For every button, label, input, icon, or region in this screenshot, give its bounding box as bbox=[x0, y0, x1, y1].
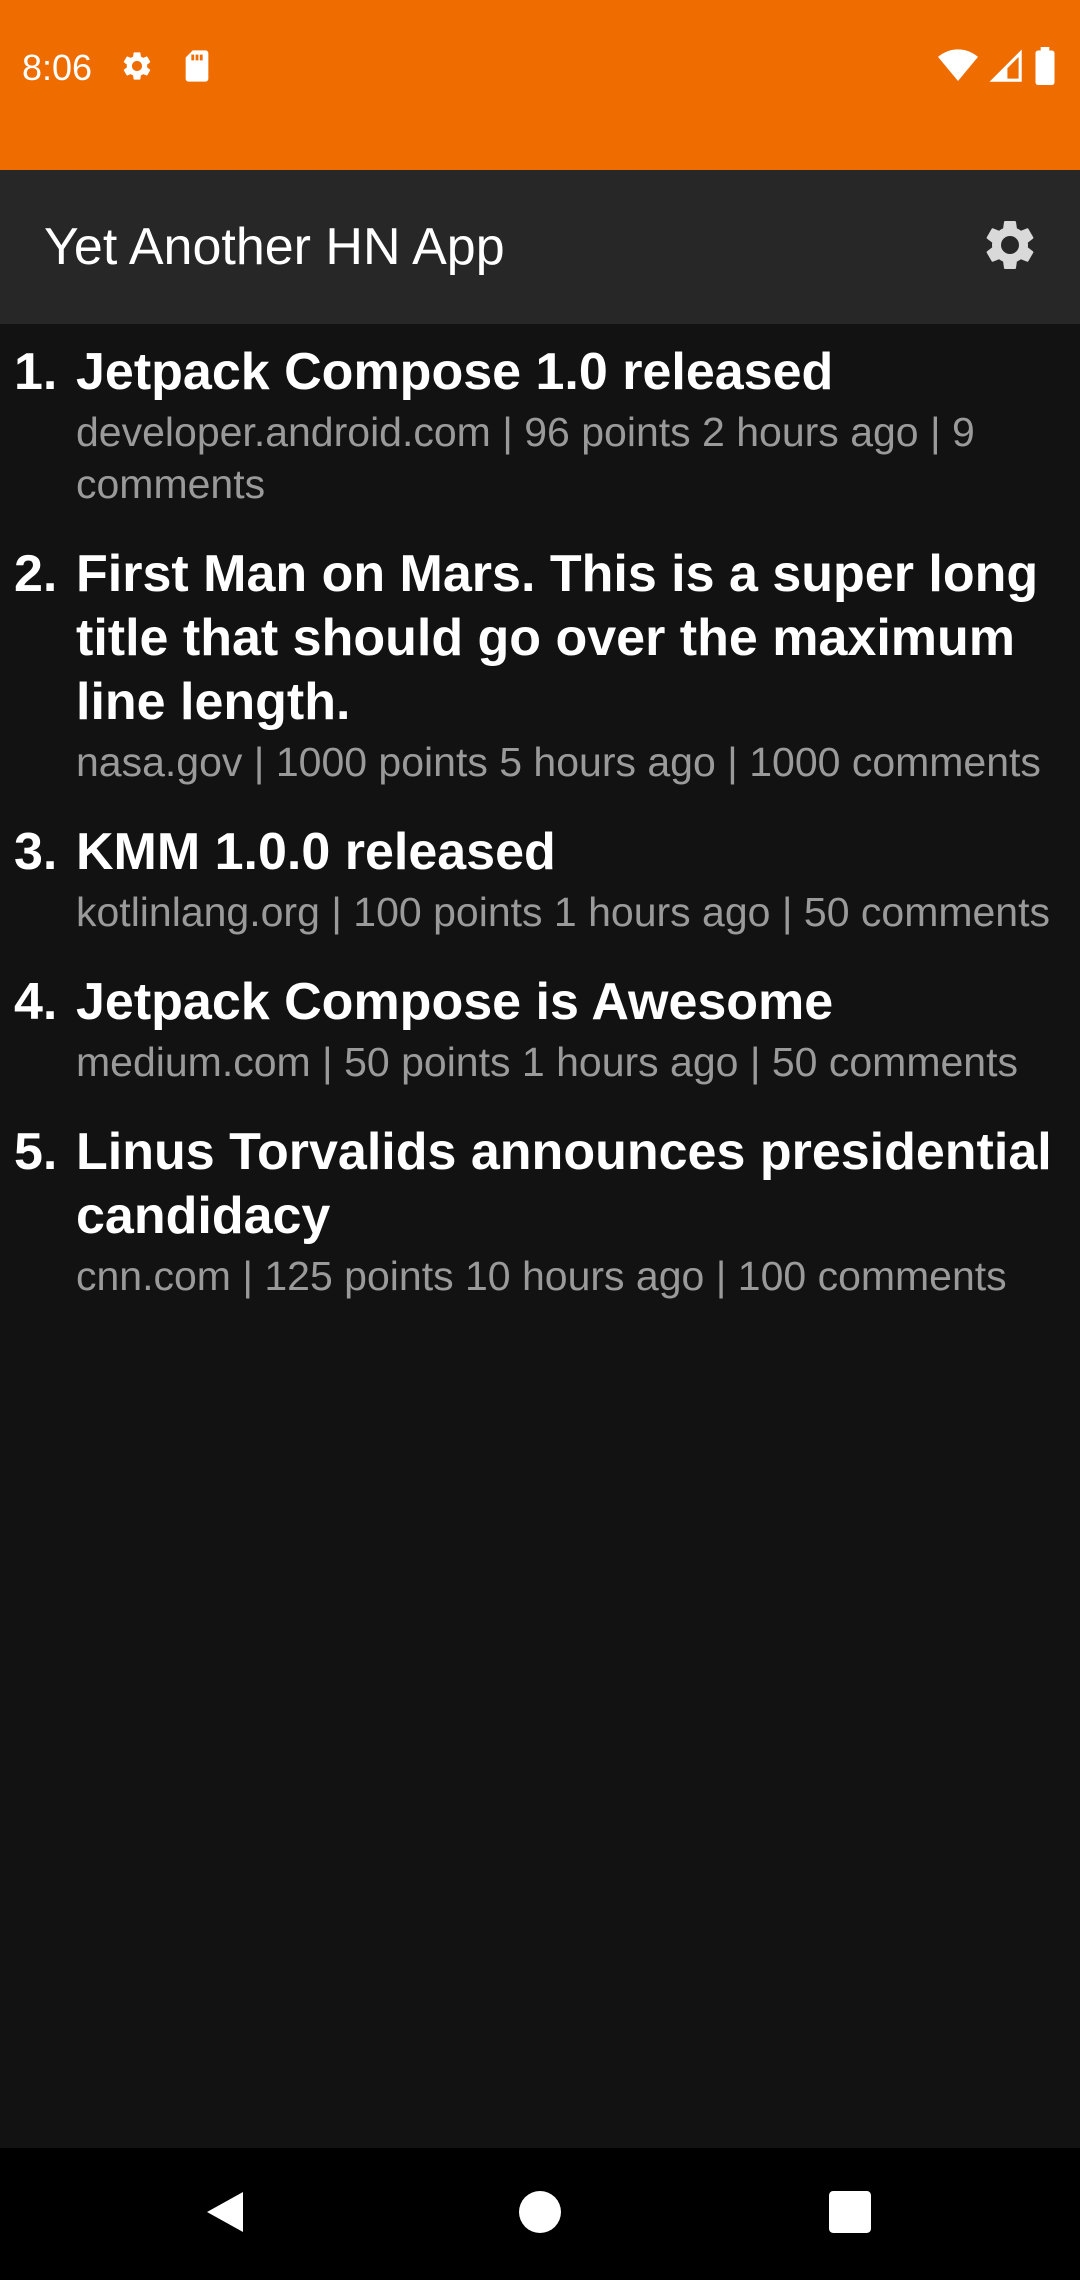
recents-button[interactable] bbox=[810, 2174, 890, 2254]
recents-icon bbox=[829, 2190, 871, 2238]
gear-icon bbox=[120, 49, 154, 88]
list-item[interactable]: 3. KMM 1.0.0 released kotlinlang.org | 1… bbox=[0, 820, 1080, 938]
story-meta: medium.com | 50 points 1 hours ago | 50 … bbox=[76, 1039, 1018, 1085]
story-meta: cnn.com | 125 points 10 hours ago | 100 … bbox=[76, 1253, 1007, 1299]
home-button[interactable] bbox=[500, 2174, 580, 2254]
navigation-bar bbox=[0, 2148, 1080, 2280]
back-icon bbox=[203, 2188, 247, 2241]
story-title[interactable]: Jetpack Compose is Awesome bbox=[76, 970, 1060, 1034]
story-body: KMM 1.0.0 released kotlinlang.org | 100 … bbox=[76, 820, 1060, 938]
settings-button[interactable] bbox=[970, 207, 1050, 287]
list-item[interactable]: 4. Jetpack Compose is Awesome medium.com… bbox=[0, 970, 1080, 1088]
story-meta: developer.android.com | 96 points 2 hour… bbox=[76, 409, 975, 507]
status-bar: 8:06 bbox=[0, 0, 1080, 170]
story-body: First Man on Mars. This is a super long … bbox=[76, 542, 1060, 788]
gear-icon bbox=[980, 215, 1040, 280]
story-body: Linus Torvalids announces presidential c… bbox=[76, 1120, 1060, 1302]
story-title[interactable]: Linus Torvalids announces presidential c… bbox=[76, 1120, 1060, 1248]
list-item[interactable]: 2. First Man on Mars. This is a super lo… bbox=[0, 542, 1080, 788]
status-time: 8:06 bbox=[22, 47, 93, 88]
story-title[interactable]: Jetpack Compose 1.0 released bbox=[76, 340, 1060, 404]
status-left: 8:06 bbox=[22, 44, 212, 92]
story-rank: 1. bbox=[14, 343, 58, 401]
back-button[interactable] bbox=[185, 2174, 265, 2254]
story-rank: 5. bbox=[14, 1123, 58, 1181]
wifi-icon bbox=[938, 48, 978, 88]
story-rank: 3. bbox=[14, 823, 58, 881]
story-body: Jetpack Compose 1.0 released developer.a… bbox=[76, 340, 1060, 510]
battery-icon bbox=[1034, 46, 1056, 90]
home-icon bbox=[519, 2190, 561, 2238]
status-right bbox=[938, 44, 1056, 92]
app-bar: Yet Another HN App bbox=[0, 170, 1080, 324]
story-list: 1. Jetpack Compose 1.0 released develope… bbox=[0, 340, 1080, 1334]
story-meta: kotlinlang.org | 100 points 1 hours ago … bbox=[76, 889, 1050, 935]
list-item[interactable]: 5. Linus Torvalids announces presidentia… bbox=[0, 1120, 1080, 1302]
story-rank: 4. bbox=[14, 973, 58, 1031]
list-item[interactable]: 1. Jetpack Compose 1.0 released develope… bbox=[0, 340, 1080, 510]
story-body: Jetpack Compose is Awesome medium.com | … bbox=[76, 970, 1060, 1088]
signal-icon bbox=[988, 48, 1024, 88]
story-rank: 2. bbox=[14, 545, 58, 603]
app-title: Yet Another HN App bbox=[44, 218, 505, 276]
story-title[interactable]: KMM 1.0.0 released bbox=[76, 820, 1060, 884]
story-meta: nasa.gov | 1000 points 5 hours ago | 100… bbox=[76, 739, 1041, 785]
sd-card-icon bbox=[182, 49, 212, 88]
story-title[interactable]: First Man on Mars. This is a super long … bbox=[76, 542, 1060, 734]
